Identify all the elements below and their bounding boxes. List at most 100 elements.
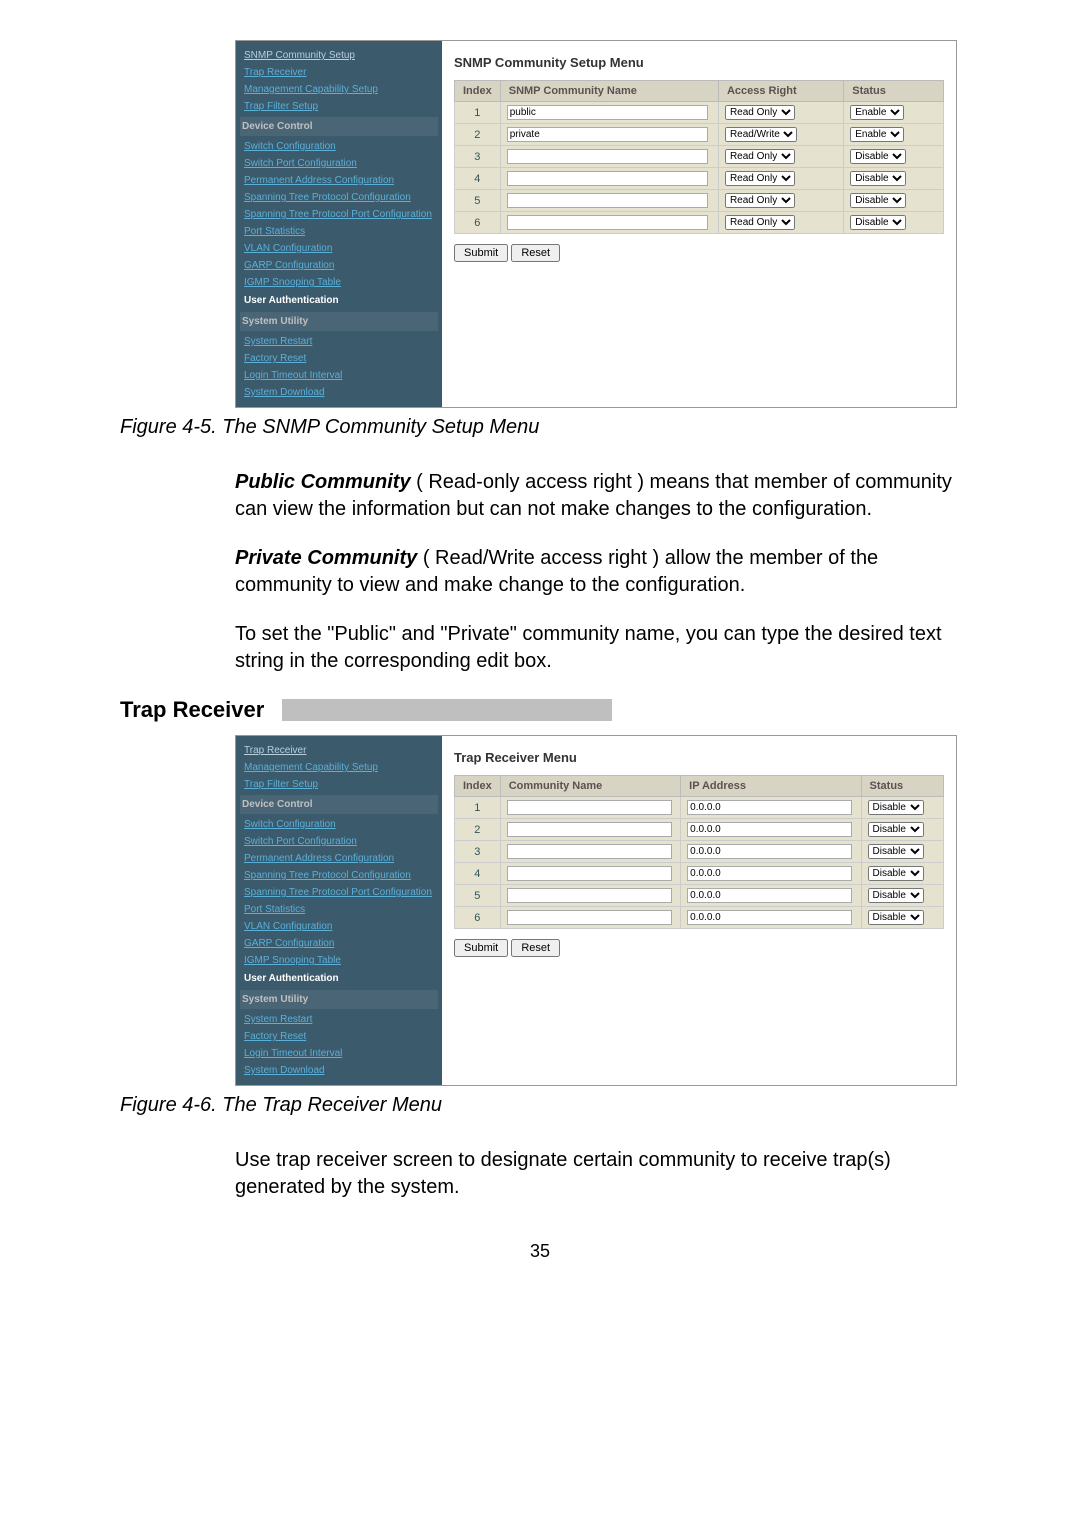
community-name-input[interactable]	[507, 127, 708, 142]
sidebar-item-igmp-snooping-table[interactable]: IGMP Snooping Table	[244, 274, 434, 291]
status-select[interactable]: Disable	[850, 193, 906, 208]
table-row: 6 Read Only Disable	[455, 212, 944, 234]
status-select[interactable]: Disable	[868, 910, 924, 925]
submit-button[interactable]	[454, 939, 508, 957]
sidebar-item-mgmt-capability-setup[interactable]: Management Capability Setup	[244, 81, 434, 98]
sidebar-item-permanent-address[interactable]: Permanent Address Configuration	[244, 172, 434, 189]
sidebar-item-stp-cfg[interactable]: Spanning Tree Protocol Configuration	[244, 867, 434, 884]
sidebar-item-switch-configuration[interactable]: Switch Configuration	[244, 816, 434, 833]
ip-address-input[interactable]	[687, 822, 852, 837]
community-name-input[interactable]	[507, 215, 708, 230]
sidebar-item-stp-port-cfg[interactable]: Spanning Tree Protocol Port Configuratio…	[244, 884, 434, 901]
figure-caption-4-5: Figure 4-5. The SNMP Community Setup Men…	[120, 416, 960, 439]
page-title: Trap Receiver Menu	[454, 750, 944, 765]
sidebar-item-stp-cfg[interactable]: Spanning Tree Protocol Configuration	[244, 189, 434, 206]
sidebar-header-system-utility: System Utility	[240, 312, 438, 331]
community-name-input[interactable]	[507, 844, 672, 859]
sidebar-item-system-download[interactable]: System Download	[244, 1062, 434, 1079]
access-right-select[interactable]: Read Only	[725, 149, 795, 164]
col-index: Index	[455, 81, 501, 102]
submit-button[interactable]	[454, 244, 508, 262]
sidebar-item-system-restart[interactable]: System Restart	[244, 1011, 434, 1028]
sidebar-item-switch-port-configuration[interactable]: Switch Port Configuration	[244, 155, 434, 172]
access-right-select[interactable]: Read Only	[725, 105, 795, 120]
sidebar-item-factory-reset[interactable]: Factory Reset	[244, 1028, 434, 1045]
sidebar-item-garp-configuration[interactable]: GARP Configuration	[244, 935, 434, 952]
sidebar-item-snmp-community-setup[interactable]: SNMP Community Setup	[244, 47, 434, 64]
reset-button[interactable]	[511, 244, 560, 262]
table-row: 1 Disable	[455, 797, 944, 819]
cell-index: 3	[455, 146, 501, 168]
ip-address-input[interactable]	[687, 910, 852, 925]
cell-index: 2	[455, 124, 501, 146]
sidebar-item-vlan-configuration[interactable]: VLAN Configuration	[244, 240, 434, 257]
ip-address-input[interactable]	[687, 844, 852, 859]
sidebar-item-trap-receiver[interactable]: Trap Receiver	[244, 742, 434, 759]
sidebar-item-mgmt-capability-setup[interactable]: Management Capability Setup	[244, 759, 434, 776]
sidebar-item-vlan-configuration[interactable]: VLAN Configuration	[244, 918, 434, 935]
trap-receiver-screenshot: Trap Receiver Management Capability Setu…	[235, 735, 957, 1086]
community-name-input[interactable]	[507, 105, 708, 120]
status-select[interactable]: Disable	[868, 800, 924, 815]
paragraph-private-community: Private Community ( Read/Write access ri…	[235, 545, 960, 599]
sidebar-item-port-statistics[interactable]: Port Statistics	[244, 223, 434, 240]
status-select[interactable]: Disable	[850, 171, 906, 186]
ip-address-input[interactable]	[687, 888, 852, 903]
sidebar-item-login-timeout-interval[interactable]: Login Timeout Interval	[244, 367, 434, 384]
sidebar-item-igmp-snooping-table[interactable]: IGMP Snooping Table	[244, 952, 434, 969]
col-status: Status	[844, 81, 944, 102]
cell-index: 5	[455, 885, 501, 907]
community-name-input[interactable]	[507, 866, 672, 881]
access-right-select[interactable]: Read Only	[725, 171, 795, 186]
paragraph-set-name: To set the "Public" and "Private" commun…	[235, 621, 960, 675]
section-title-text: Trap Receiver	[120, 697, 264, 723]
cell-index: 3	[455, 841, 501, 863]
sidebar-item-switch-port-configuration[interactable]: Switch Port Configuration	[244, 833, 434, 850]
access-right-select[interactable]: Read Only	[725, 215, 795, 230]
status-select[interactable]: Disable	[850, 149, 906, 164]
sidebar-item-port-statistics[interactable]: Port Statistics	[244, 901, 434, 918]
community-name-input[interactable]	[507, 149, 708, 164]
status-select[interactable]: Enable	[850, 127, 904, 142]
ip-address-input[interactable]	[687, 800, 852, 815]
status-select[interactable]: Enable	[850, 105, 904, 120]
sidebar-item-system-restart[interactable]: System Restart	[244, 333, 434, 350]
sidebar-item-permanent-address[interactable]: Permanent Address Configuration	[244, 850, 434, 867]
sidebar: Trap Receiver Management Capability Setu…	[236, 736, 442, 1085]
status-select[interactable]: Disable	[868, 866, 924, 881]
sidebar-item-system-download[interactable]: System Download	[244, 384, 434, 401]
sidebar-item-trap-filter-setup[interactable]: Trap Filter Setup	[244, 98, 434, 115]
decorative-bar	[282, 699, 612, 721]
sidebar-item-trap-receiver[interactable]: Trap Receiver	[244, 64, 434, 81]
community-name-input[interactable]	[507, 888, 672, 903]
access-right-select[interactable]: Read/Write	[725, 127, 797, 142]
status-select[interactable]: Disable	[868, 888, 924, 903]
status-select[interactable]: Disable	[868, 822, 924, 837]
community-name-input[interactable]	[507, 193, 708, 208]
status-select[interactable]: Disable	[868, 844, 924, 859]
sidebar-header-device-control: Device Control	[240, 795, 438, 814]
sidebar-item-factory-reset[interactable]: Factory Reset	[244, 350, 434, 367]
sidebar-item-login-timeout-interval[interactable]: Login Timeout Interval	[244, 1045, 434, 1062]
community-name-input[interactable]	[507, 910, 672, 925]
sidebar-item-garp-configuration[interactable]: GARP Configuration	[244, 257, 434, 274]
col-index: Index	[455, 776, 501, 797]
reset-button[interactable]	[511, 939, 560, 957]
community-name-input[interactable]	[507, 800, 672, 815]
table-row: 5 Read Only Disable	[455, 190, 944, 212]
snmp-community-setup-screenshot: SNMP Community Setup Trap Receiver Manag…	[235, 40, 957, 408]
table-row: 3 Read Only Disable	[455, 146, 944, 168]
access-right-select[interactable]: Read Only	[725, 193, 795, 208]
section-title-trap-receiver: Trap Receiver	[120, 697, 960, 723]
ip-address-input[interactable]	[687, 866, 852, 881]
sidebar-item-stp-port-cfg[interactable]: Spanning Tree Protocol Port Configuratio…	[244, 206, 434, 223]
status-select[interactable]: Disable	[850, 215, 906, 230]
sidebar-item-trap-filter-setup[interactable]: Trap Filter Setup	[244, 776, 434, 793]
sidebar-item-switch-configuration[interactable]: Switch Configuration	[244, 138, 434, 155]
snmp-main-panel: SNMP Community Setup Menu Index SNMP Com…	[442, 41, 956, 407]
sidebar-header-system-utility: System Utility	[240, 990, 438, 1009]
figure-caption-4-6: Figure 4-6. The Trap Receiver Menu	[120, 1094, 960, 1117]
community-name-input[interactable]	[507, 171, 708, 186]
cell-index: 5	[455, 190, 501, 212]
community-name-input[interactable]	[507, 822, 672, 837]
